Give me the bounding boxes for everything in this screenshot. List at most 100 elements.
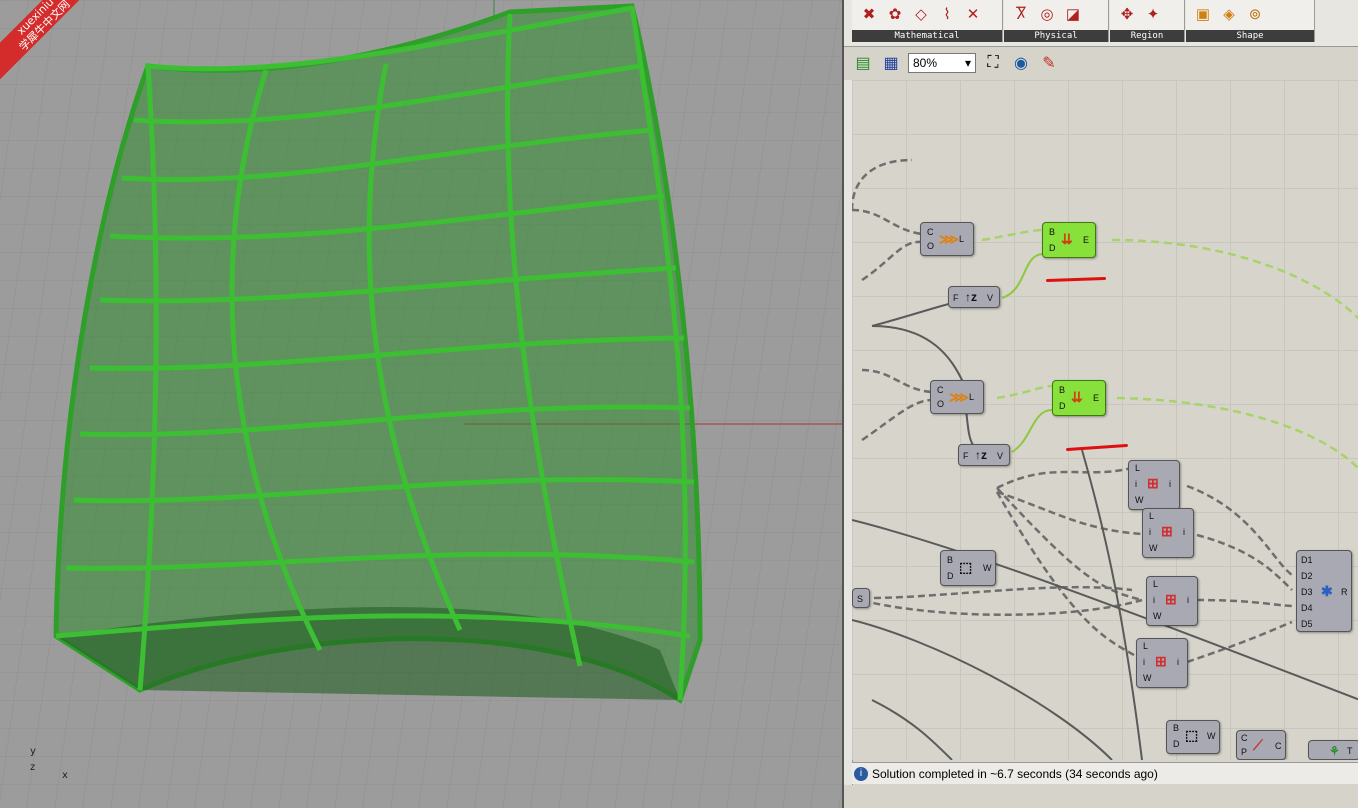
input-pin[interactable]: D (1049, 243, 1056, 253)
hinge2-icon[interactable]: ✕ (962, 3, 984, 25)
input-pin[interactable]: i (1143, 657, 1145, 667)
output-pin[interactable]: V (997, 451, 1003, 461)
output-pin[interactable]: i (1169, 479, 1171, 489)
grasshopper-canvas[interactable]: C O ⋙ L F ↑z V B D ⇊ E C O ⋙ L B D ⇊ E F… (852, 80, 1358, 760)
interpolate-glyph-icon: ⊞ (1155, 653, 1167, 669)
input-pin[interactable]: B (1173, 723, 1179, 733)
status-text: Solution completed in ~6.7 seconds (34 s… (872, 766, 1158, 781)
zoom-select[interactable]: 80% ▾ (908, 53, 976, 73)
rhino-viewport[interactable]: xuexiniu 学犀牛中文网 y z x (0, 0, 842, 808)
input-pin[interactable]: L (1135, 463, 1140, 473)
output-pin[interactable]: E (1093, 393, 1099, 403)
ribbon-group-region[interactable]: ✥ ✦ Region (1110, 0, 1185, 42)
output-pin[interactable]: R (1341, 587, 1348, 597)
angle-icon[interactable]: ⌇ (936, 3, 958, 25)
interpolate-glyph-icon: ⊞ (1147, 475, 1159, 491)
input-pin[interactable]: D5 (1301, 619, 1313, 629)
anchor-component-2[interactable]: C O ⋙ L (930, 380, 984, 414)
ribbon-group-label: Physical (1004, 30, 1108, 42)
box-component-2[interactable]: B D ⬚ W (1166, 720, 1220, 754)
output-pin[interactable]: W (983, 563, 992, 573)
interpolate-component-1[interactable]: L i W ⊞ i (1128, 460, 1180, 510)
input-pin[interactable]: W (1143, 673, 1152, 683)
box2-icon[interactable]: ◈ (1218, 3, 1240, 25)
ribbon-group-physical[interactable]: Ⴟ ◎ ◪ Physical (1004, 0, 1109, 42)
input-pin[interactable]: O (927, 241, 934, 251)
input-pin[interactable]: D2 (1301, 571, 1313, 581)
bottom-component-1[interactable]: C P ⟋ C (1236, 730, 1286, 760)
input-pin[interactable]: C (937, 385, 944, 395)
axis-label-x: x (62, 770, 68, 781)
input-pin[interactable]: L (1153, 579, 1158, 589)
input-pin[interactable]: O (937, 399, 944, 409)
interpolate-component-3[interactable]: L i W ⊞ i (1146, 576, 1198, 626)
region1-icon[interactable]: ✥ (1116, 3, 1138, 25)
input-pin[interactable]: L (1143, 641, 1148, 651)
input-pin[interactable]: D3 (1301, 587, 1313, 597)
load-component-1[interactable]: B D ⇊ E (1042, 222, 1096, 258)
plane-icon[interactable]: ◇ (910, 3, 932, 25)
input-pin[interactable]: B (947, 555, 953, 565)
input-pin[interactable]: i (1149, 527, 1151, 537)
ribbon-group-mathematical[interactable]: ✖ ✿ ◇ ⌇ ✕ Mathematical (852, 0, 1003, 42)
input-pin[interactable]: i (1153, 595, 1155, 605)
sketch-pen-icon[interactable]: ✎ (1038, 52, 1060, 74)
box-component-1[interactable]: B D ⬚ W (940, 550, 996, 586)
zoom-extents-icon[interactable]: ⛶ (982, 52, 1004, 74)
output-pin[interactable]: W (1207, 731, 1216, 741)
ribbon-group-shape[interactable]: ▣ ◈ ⊚ Shape (1186, 0, 1315, 42)
output-pin[interactable]: T (1347, 746, 1353, 756)
output-pin[interactable]: V (987, 293, 993, 303)
circles-icon[interactable]: ⊚ (1244, 3, 1266, 25)
unit-z-icon: ↑z (965, 290, 977, 304)
input-pin[interactable]: B (1059, 385, 1065, 395)
hinge-icon[interactable]: ✿ (884, 3, 906, 25)
input-pin[interactable]: D4 (1301, 603, 1313, 613)
unitz-component-2[interactable]: F ↑z V (958, 444, 1010, 466)
open-file-icon[interactable]: ▤ (852, 52, 874, 74)
interpolate-glyph-icon: ⊞ (1161, 523, 1173, 539)
input-pin[interactable]: i (1135, 479, 1137, 489)
input-pin[interactable]: D1 (1301, 555, 1313, 565)
output-pin[interactable]: C (1275, 741, 1282, 751)
bottom-component-2[interactable]: ⚘ T (1308, 740, 1358, 760)
output-pin[interactable]: L (969, 392, 974, 402)
grasshopper-panel[interactable]: ✖ ✿ ◇ ⌇ ✕ Mathematical Ⴟ ◎ ◪ Physical ✥ … (842, 0, 1358, 808)
preview-eye-icon[interactable]: ◉ (1010, 52, 1032, 74)
box-icon[interactable]: ◪ (1062, 3, 1084, 25)
unitz-component-1[interactable]: F ↑z V (948, 286, 1000, 308)
region2-icon[interactable]: ✦ (1142, 3, 1164, 25)
interpolate-component-2[interactable]: L i W ⊞ i (1142, 508, 1194, 558)
input-pin[interactable]: F (963, 451, 969, 461)
input-pin[interactable]: C (1241, 733, 1248, 743)
output-pin[interactable]: i (1187, 595, 1189, 605)
input-pin[interactable]: W (1135, 495, 1144, 505)
input-pin[interactable]: W (1149, 543, 1158, 553)
eye-icon[interactable]: ◎ (1036, 3, 1058, 25)
input-pin[interactable]: W (1153, 611, 1162, 621)
load-component-2[interactable]: B D ⇊ E (1052, 380, 1106, 416)
cube-icon[interactable]: ▣ (1192, 3, 1214, 25)
input-pin[interactable]: P (1241, 747, 1247, 757)
input-pin[interactable]: D (947, 571, 954, 581)
merge-glyph-icon: ✱ (1321, 583, 1333, 599)
input-pin[interactable]: L (1149, 511, 1154, 521)
output-pin[interactable]: E (1083, 235, 1089, 245)
interpolate-component-4[interactable]: L i W ⊞ i (1136, 638, 1188, 688)
input-pin[interactable]: D (1173, 739, 1180, 749)
rope-icon[interactable]: Ⴟ (1010, 3, 1032, 25)
save-file-icon[interactable]: ▦ (880, 52, 902, 74)
output-pin[interactable]: L (959, 234, 964, 244)
output-pin[interactable]: i (1183, 527, 1185, 537)
zoom-value: 80% (913, 56, 938, 70)
box-glyph-icon: ⬚ (959, 559, 973, 575)
bounce-icon[interactable]: ✖ (858, 3, 880, 25)
input-pin[interactable]: D (1059, 401, 1066, 411)
output-pin[interactable]: i (1177, 657, 1179, 667)
anchor-component-1[interactable]: C O ⋙ L (920, 222, 974, 256)
input-pin[interactable]: C (927, 227, 934, 237)
s-parameter[interactable]: S (852, 588, 870, 608)
merge-component[interactable]: D1 D2 D3 D4 D5 ✱ R (1296, 550, 1352, 632)
input-pin[interactable]: B (1049, 227, 1055, 237)
input-pin[interactable]: F (953, 293, 959, 303)
